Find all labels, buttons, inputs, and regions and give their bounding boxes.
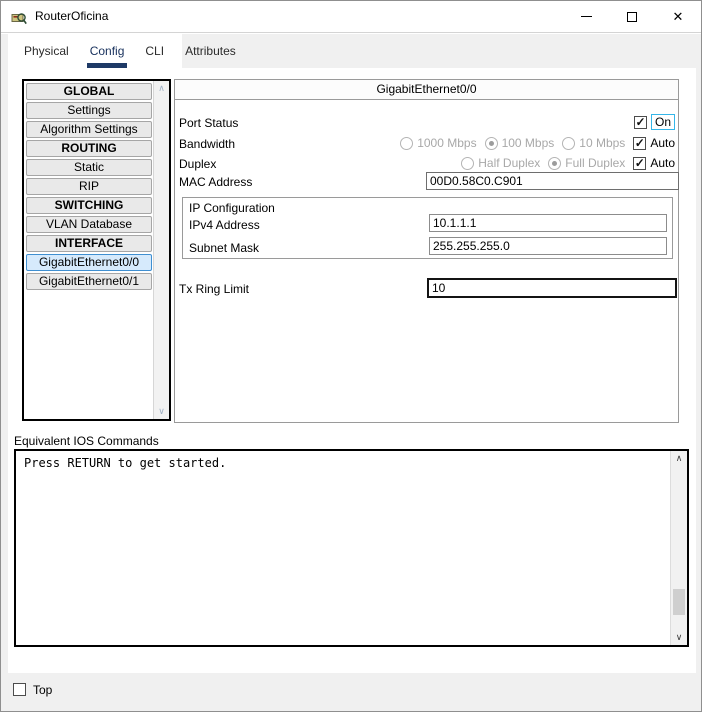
footer-bar: Top [1, 673, 701, 711]
check-icon: ✓ [635, 138, 645, 148]
maximize-icon [627, 12, 637, 22]
scroll-down-icon[interactable]: ∨ [671, 632, 687, 643]
bandwidth-1000mbps-label: 1000 Mbps [417, 136, 476, 150]
sidebar-header-interface: INTERFACE [26, 235, 152, 252]
sidebar-item-static[interactable]: Static [26, 159, 152, 176]
bandwidth-100mbps-radio[interactable] [485, 137, 498, 150]
ios-scrollbar-thumb[interactable] [673, 589, 685, 615]
panel-title: GigabitEthernet0/0 [175, 80, 678, 100]
port-status-checkbox[interactable]: ✓ [634, 116, 647, 129]
duplex-full-radio[interactable] [548, 157, 561, 170]
window-title: RouterOficina [35, 1, 108, 32]
duplex-controls: Half Duplex Full Duplex ✓ Auto [461, 154, 675, 172]
tx-ring-limit-input[interactable] [427, 278, 677, 298]
scroll-down-icon[interactable]: ∨ [154, 406, 169, 417]
bandwidth-1000mbps-radio[interactable] [400, 137, 413, 150]
minimize-button[interactable] [563, 1, 609, 32]
duplex-full-label: Full Duplex [565, 156, 625, 170]
bandwidth-100mbps-label: 100 Mbps [502, 136, 555, 150]
sidebar-scrollbar[interactable]: ∧ ∨ [153, 81, 169, 419]
config-sidebar: GLOBAL Settings Algorithm Settings ROUTI… [22, 79, 171, 421]
config-tab-page: GLOBAL Settings Algorithm Settings ROUTI… [8, 68, 696, 673]
sidebar-item-algorithm-settings[interactable]: Algorithm Settings [26, 121, 152, 138]
scroll-up-icon[interactable]: ∧ [671, 453, 687, 464]
bandwidth-10mbps-label: 10 Mbps [579, 136, 625, 150]
sidebar-item-gigabitethernet0-0[interactable]: GigabitEthernet0/0 [26, 254, 152, 271]
duplex-auto-label: Auto [650, 156, 675, 170]
close-button[interactable]: ✕ [655, 1, 701, 32]
duplex-half-label: Half Duplex [478, 156, 540, 170]
port-status-label: Port Status [179, 116, 238, 130]
title-bar[interactable]: RouterOficina ✕ [1, 1, 701, 33]
port-status-on-label: On [651, 114, 675, 130]
sidebar-item-gigabitethernet0-1[interactable]: GigabitEthernet0/1 [26, 273, 152, 290]
tab-attributes[interactable]: Attributes [182, 38, 239, 68]
bandwidth-10mbps-radio[interactable] [562, 137, 575, 150]
sidebar-header-global: GLOBAL [26, 83, 152, 100]
duplex-label: Duplex [179, 157, 216, 171]
tx-ring-limit-label: Tx Ring Limit [179, 282, 249, 296]
mac-address-input[interactable] [426, 172, 679, 190]
sidebar-item-settings[interactable]: Settings [26, 102, 152, 119]
sidebar-item-rip[interactable]: RIP [26, 178, 152, 195]
duplex-half-radio[interactable] [461, 157, 474, 170]
ip-configuration-title: IP Configuration [189, 201, 275, 215]
duplex-auto-checkbox[interactable]: ✓ [633, 157, 646, 170]
port-status-controls: ✓ On [634, 113, 675, 131]
tab-config[interactable]: Config [87, 38, 128, 68]
bandwidth-auto-checkbox[interactable]: ✓ [633, 137, 646, 150]
subnet-mask-label: Subnet Mask [189, 241, 259, 255]
maximize-button[interactable] [609, 1, 655, 32]
tab-cli[interactable]: CLI [142, 38, 167, 68]
tab-physical[interactable]: Physical [21, 38, 72, 68]
minimize-icon [581, 16, 592, 17]
scroll-up-icon[interactable]: ∧ [154, 83, 169, 94]
sidebar-header-routing: ROUTING [26, 140, 152, 157]
subnet-mask-input[interactable] [429, 237, 667, 255]
app-window: RouterOficina ✕ Physical Config CLI Attr… [0, 0, 702, 712]
check-icon: ✓ [635, 117, 645, 127]
interface-config-panel: GigabitEthernet0/0 Port Status ✓ On Band… [174, 79, 679, 423]
router-device-icon [11, 9, 27, 25]
top-checkbox[interactable] [13, 683, 26, 696]
sidebar-item-vlan-database[interactable]: VLAN Database [26, 216, 152, 233]
ios-commands-terminal[interactable]: Press RETURN to get started. ∧ ∨ [14, 449, 689, 647]
bandwidth-label: Bandwidth [179, 137, 235, 151]
check-icon: ✓ [635, 158, 645, 168]
mac-address-label: MAC Address [179, 175, 252, 189]
ipv4-address-input[interactable] [429, 214, 667, 232]
top-checkbox-label: Top [33, 683, 52, 697]
bandwidth-auto-label: Auto [650, 136, 675, 150]
ip-configuration-group: IP Configuration IPv4 Address Subnet Mas… [182, 197, 673, 259]
tab-bar: Physical Config CLI Attributes [8, 34, 182, 68]
close-icon: ✕ [673, 9, 684, 25]
bandwidth-controls: 1000 Mbps 100 Mbps 10 Mbps ✓ Auto [400, 134, 675, 152]
ipv4-address-label: IPv4 Address [189, 218, 260, 232]
ios-commands-text: Press RETURN to get started. [24, 456, 226, 470]
sidebar-header-switching: SWITCHING [26, 197, 152, 214]
ios-commands-label: Equivalent IOS Commands [14, 434, 159, 448]
ios-scrollbar[interactable]: ∧ ∨ [670, 451, 687, 645]
